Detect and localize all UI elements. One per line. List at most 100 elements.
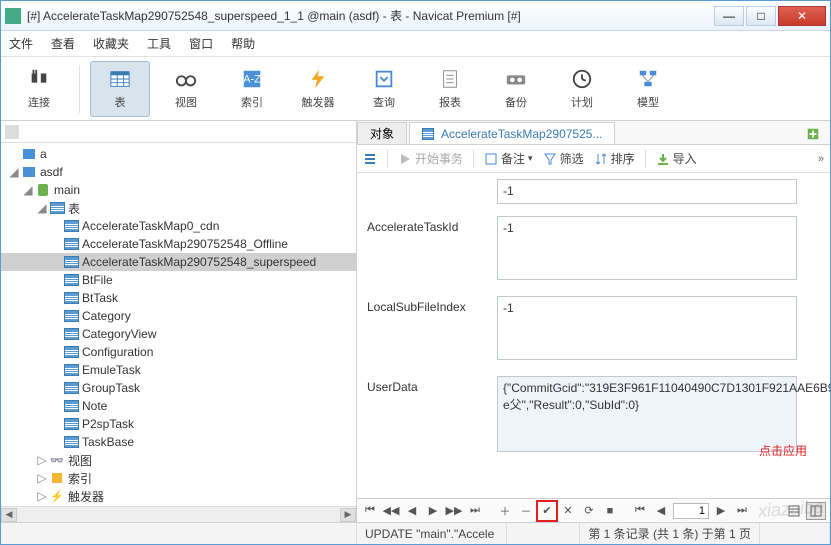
nav-delete[interactable]: － xyxy=(517,502,535,520)
scroll-left-arrow[interactable]: ◀ xyxy=(1,508,17,522)
nav-refresh[interactable]: ⟳ xyxy=(580,502,598,520)
close-button[interactable]: ✕ xyxy=(778,6,826,26)
record-navbar: ⏮ ◀◀ ◀ ▶ ▶▶ ⏭ ＋ － ✔ ✕ ⟳ ■ ⏮ ◀ ▶ ⏭ xyxy=(357,498,830,522)
view-form-button[interactable] xyxy=(806,502,826,520)
ribbon-connect[interactable]: 连接 xyxy=(9,61,69,117)
begin-transaction-button[interactable]: 开始事务 xyxy=(398,150,463,167)
ribbon-table-label: 表 xyxy=(115,94,126,110)
label-userdata: UserData xyxy=(367,376,497,452)
nav-stop[interactable]: ■ xyxy=(601,502,619,520)
ribbon-report[interactable]: 报表 xyxy=(420,61,480,117)
tab-object[interactable]: 对象 xyxy=(357,122,407,144)
toolbar-overflow[interactable]: » xyxy=(818,153,824,165)
bolt-icon xyxy=(305,68,331,90)
play-icon xyxy=(398,152,412,166)
tree-table-item[interactable]: Note xyxy=(1,397,356,415)
nav-page-prev[interactable]: ◀ xyxy=(652,502,670,520)
ribbon-backup-label: 备份 xyxy=(505,94,527,110)
menu-view[interactable]: 查看 xyxy=(51,35,75,52)
tree-connection-a[interactable]: a xyxy=(1,145,356,163)
ribbon-view[interactable]: 视图 xyxy=(156,61,216,117)
remark-button[interactable]: 备注▾ xyxy=(484,150,533,167)
tree-triggers-folder[interactable]: ▷触发器 xyxy=(1,487,356,505)
clock-icon xyxy=(569,68,595,90)
sort-button[interactable]: 排序 xyxy=(594,150,635,167)
tree-table-item[interactable]: AccelerateTaskMap290752548_superspeed xyxy=(1,253,356,271)
menu-favorites[interactable]: 收藏夹 xyxy=(93,35,129,52)
tree-toolbar-icon[interactable] xyxy=(5,125,19,139)
tree-tables-folder[interactable]: ◢表 xyxy=(1,199,356,217)
tree-table-item[interactable]: EmuleTask xyxy=(1,361,356,379)
tree-table-item[interactable]: GroupTask xyxy=(1,379,356,397)
sort-icon xyxy=(594,152,608,166)
tree-table-item[interactable]: Configuration xyxy=(1,343,356,361)
toggle-view-button[interactable] xyxy=(363,152,377,166)
nav-page-input[interactable] xyxy=(673,503,709,519)
ribbon-trigger[interactable]: 触发器 xyxy=(288,61,348,117)
status-sql: UPDATE "main"."Accele xyxy=(357,523,507,544)
ribbon-model[interactable]: 模型 xyxy=(618,61,678,117)
nav-prev-page[interactable]: ◀◀ xyxy=(382,502,400,520)
ribbon-view-label: 视图 xyxy=(175,94,197,110)
tree-table-item[interactable]: P2spTask xyxy=(1,415,356,433)
report-icon xyxy=(437,68,463,90)
tree-table-item[interactable]: TaskBase xyxy=(1,433,356,451)
tree-db-main[interactable]: ◢main xyxy=(1,181,356,199)
nav-apply[interactable]: ✔ xyxy=(538,502,556,520)
tree-hscrollbar[interactable]: ◀ ▶ xyxy=(1,506,356,522)
window-title: [#] AccelerateTaskMap290752548_superspee… xyxy=(27,7,712,24)
nav-page-first[interactable]: ⏮ xyxy=(631,502,649,520)
app-icon xyxy=(5,8,21,24)
ribbon-query[interactable]: 查询 xyxy=(354,61,414,117)
tree-views-folder[interactable]: ▷视图 xyxy=(1,451,356,469)
nav-next[interactable]: ▶ xyxy=(424,502,442,520)
new-tab-button[interactable] xyxy=(802,124,824,144)
tree-table-item[interactable]: BtFile xyxy=(1,271,356,289)
ribbon-backup[interactable]: 备份 xyxy=(486,61,546,117)
record-form: -1 AccelerateTaskId -1 LocalSubFileIndex… xyxy=(357,173,830,498)
tree-table-item[interactable]: CategoryView xyxy=(1,325,356,343)
menu-help[interactable]: 帮助 xyxy=(231,35,255,52)
tab-table[interactable]: AccelerateTaskMap2907525... xyxy=(409,122,615,144)
import-button[interactable]: 导入 xyxy=(656,150,697,167)
nav-page-last[interactable]: ⏭ xyxy=(733,502,751,520)
nav-first[interactable]: ⏮ xyxy=(361,502,379,520)
field-upper[interactable]: -1 xyxy=(497,179,797,204)
ribbon: 连接 表 视图 A-Z 索引 触发器 查询 报表 备份 计划 模型 xyxy=(1,57,830,121)
nav-cancel[interactable]: ✕ xyxy=(559,502,577,520)
view-grid-button[interactable] xyxy=(784,502,804,520)
filter-button[interactable]: 筛选 xyxy=(543,150,584,167)
ribbon-connect-label: 连接 xyxy=(28,94,50,110)
nav-page-next[interactable]: ▶ xyxy=(712,502,730,520)
field-acceleratetaskid[interactable]: -1 xyxy=(497,216,797,280)
field-localsubfileindex[interactable]: -1 xyxy=(497,296,797,360)
tree-table-item[interactable]: AccelerateTaskMap0_cdn xyxy=(1,217,356,235)
maximize-button[interactable]: □ xyxy=(746,6,776,26)
tree-indexes-folder[interactable]: ▷索引 xyxy=(1,469,356,487)
ribbon-schedule[interactable]: 计划 xyxy=(552,61,612,117)
ribbon-index[interactable]: A-Z 索引 xyxy=(222,61,282,117)
field-userdata[interactable]: {"CommitGcid":"319E3F961F11040490C7D1301… xyxy=(497,376,797,452)
ribbon-table[interactable]: 表 xyxy=(90,61,150,117)
ribbon-index-label: 索引 xyxy=(241,94,263,110)
tape-icon xyxy=(503,68,529,90)
glasses-icon xyxy=(173,68,199,90)
menu-file[interactable]: 文件 xyxy=(9,35,33,52)
tree-table-item[interactable]: AccelerateTaskMap290752548_Offline xyxy=(1,235,356,253)
tree-table-item[interactable]: Category xyxy=(1,307,356,325)
tabbar: 对象 AccelerateTaskMap2907525... xyxy=(357,121,830,145)
ribbon-schedule-label: 计划 xyxy=(571,94,593,110)
tree-table-item[interactable]: BtTask xyxy=(1,289,356,307)
minimize-button[interactable]: ― xyxy=(714,6,744,26)
table-icon xyxy=(107,68,133,90)
scroll-right-arrow[interactable]: ▶ xyxy=(340,508,356,522)
nav-last[interactable]: ⏭ xyxy=(466,502,484,520)
menu-window[interactable]: 窗口 xyxy=(189,35,213,52)
nav-add[interactable]: ＋ xyxy=(496,502,514,520)
nav-prev[interactable]: ◀ xyxy=(403,502,421,520)
tree-connection-asdf[interactable]: ◢asdf xyxy=(1,163,356,181)
connection-tree[interactable]: a ◢asdf ◢main ◢表 AccelerateTaskMap0_cdnA… xyxy=(1,143,356,506)
plug-icon xyxy=(26,68,52,90)
nav-next-page[interactable]: ▶▶ xyxy=(445,502,463,520)
menu-tools[interactable]: 工具 xyxy=(147,35,171,52)
